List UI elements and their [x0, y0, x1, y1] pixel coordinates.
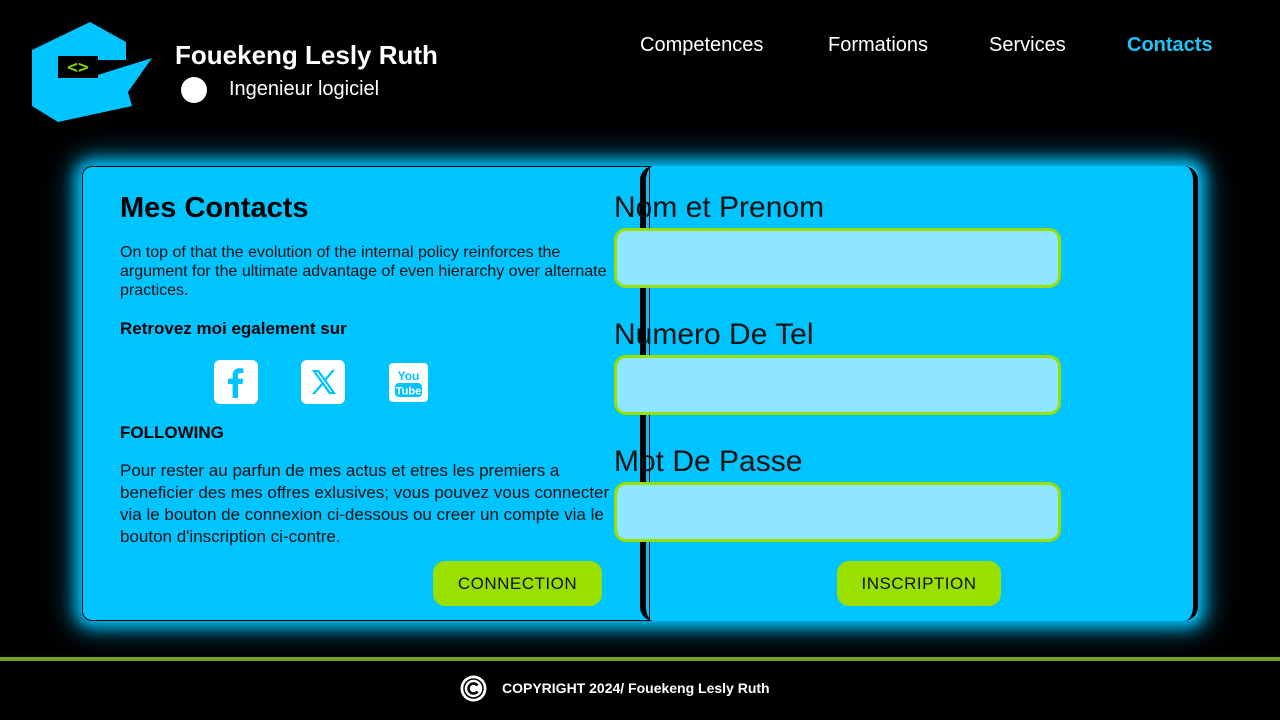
- facebook-icon: [228, 368, 244, 398]
- following-title: FOLLOWING: [120, 423, 224, 442]
- status-dot: [181, 77, 207, 103]
- x-icon: [312, 370, 336, 394]
- name-label: Nom et Prenom: [614, 191, 825, 224]
- logo-code-text: <>: [67, 57, 89, 78]
- nav-services[interactable]: Services: [989, 34, 1066, 57]
- following-text: Pour rester au parfun de mes actus et et…: [120, 461, 610, 546]
- inscription-button[interactable]: INSCRIPTION: [837, 561, 1001, 606]
- youtube-icon: You Tube: [395, 369, 422, 398]
- youtube-link[interactable]: You Tube: [389, 363, 428, 402]
- copyright-icon: [460, 675, 487, 702]
- nav-contacts[interactable]: Contacts: [1127, 34, 1213, 57]
- facebook-link[interactable]: [214, 360, 258, 404]
- x-link[interactable]: [301, 360, 345, 404]
- name-field[interactable]: [614, 228, 1061, 288]
- svg-text:You: You: [398, 369, 420, 383]
- contacts-title: Mes Contacts: [120, 192, 309, 224]
- connection-button[interactable]: CONNECTION: [433, 561, 602, 606]
- footer-divider: [0, 657, 1280, 661]
- nav-competences[interactable]: Competences: [640, 34, 763, 57]
- logo-icon: <>: [32, 22, 152, 122]
- nav-formations[interactable]: Formations: [828, 34, 928, 57]
- contacts-description: On top of that the evolution of the inte…: [120, 244, 607, 299]
- password-field[interactable]: [614, 482, 1061, 542]
- phone-field[interactable]: [614, 355, 1061, 415]
- site-owner-name: Fouekeng Lesly Ruth: [175, 40, 438, 70]
- site-owner-role: Ingenieur logiciel: [229, 78, 380, 100]
- find-me-label: Retrovez moi egalement sur: [120, 319, 347, 338]
- contacts-panel: Mes Contacts On top of that the evolutio…: [82, 166, 650, 621]
- phone-label: Numero De Tel: [614, 318, 814, 351]
- svg-text:Tube: Tube: [396, 386, 421, 398]
- password-label: Mot De Passe: [614, 445, 803, 478]
- copyright-text: COPYRIGHT 2024/ Fouekeng Lesly Ruth: [502, 680, 770, 696]
